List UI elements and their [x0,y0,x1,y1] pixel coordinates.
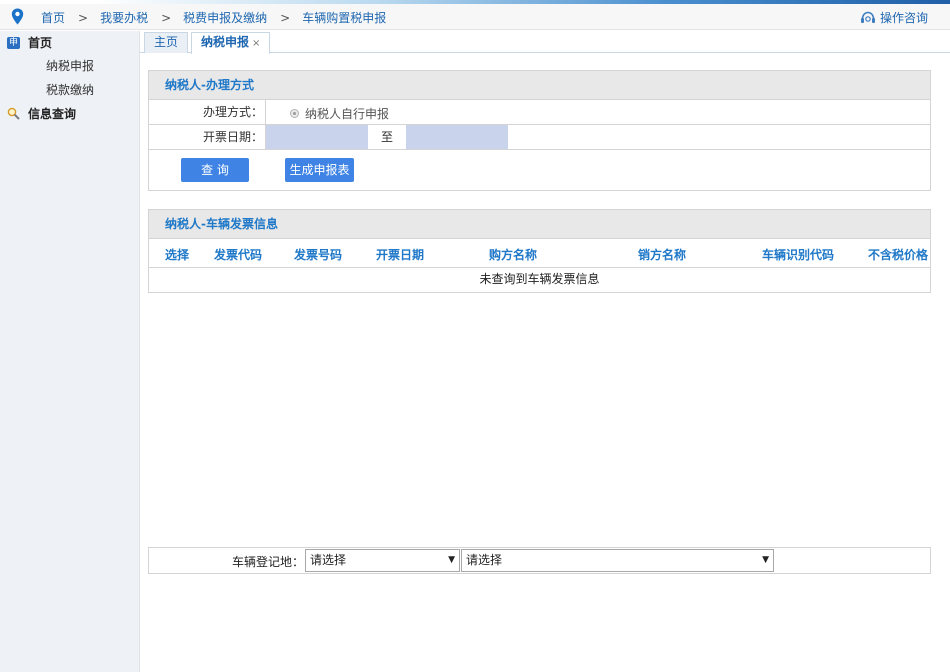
tab-tax-declaration[interactable]: 纳税申报 × [191,32,271,54]
radio-icon[interactable] [290,109,299,118]
invoice-empty-message: 未查询到车辆发票信息 [479,272,600,286]
breadcrumb-separator: > [78,10,89,25]
column-header-invoice-number: 发票号码 [294,248,343,262]
date-row: 开票日期： 至 [149,125,930,150]
breadcrumb-home[interactable]: 首页 [41,9,65,26]
breadcrumb-declaration[interactable]: 税费申报及缴纳 [183,9,267,26]
breadcrumb-bar: 首页 > 我要办税 > 税费申报及缴纳 > 车辆购置税申报 操作咨询 [0,4,950,30]
self-declare-label: 纳税人自行申报 [305,107,390,121]
province-select-value: 请选择 [310,553,347,567]
tab-bar: 主页 纳税申报 × [140,31,950,54]
sidebar-item-home[interactable]: 申 首页 [7,34,52,51]
date-to-input[interactable] [406,125,508,149]
invoice-table-header: 选择 发票代码 发票号码 开票日期 购方名称 销方名称 车辆识别代码 不含税价格 [149,239,930,268]
date-range-separator: 至 [380,130,393,144]
breadcrumb-separator: > [280,10,291,25]
chevron-down-icon: ▼ [762,555,769,565]
sidebar-item-home-label: 首页 [28,36,53,50]
column-header-invoice-code: 发票代码 [214,248,263,262]
sidebar-item-tax-declaration[interactable]: 纳税申报 [46,57,94,74]
invoice-date-label: 开票日期： [149,125,266,149]
close-icon[interactable]: × [252,38,260,49]
method-row: 办理方式： 纳税人自行申报 [149,100,930,125]
chevron-down-icon: ▼ [448,555,455,565]
column-header-select: 选择 [165,248,190,262]
method-panel: 纳税人-办理方式 办理方式： 纳税人自行申报 开票日期： 至 查 询 生成申报表 [148,70,931,191]
help-consult-link[interactable]: 操作咨询 [860,9,928,26]
column-header-seller-name: 销方名称 [638,248,687,262]
location-pin-icon [11,8,24,25]
generate-report-button[interactable]: 生成申报表 [285,158,354,182]
search-icon [7,107,20,120]
registration-label: 车辆登记地： [232,555,305,569]
breadcrumb-separator: > [161,10,172,25]
method-panel-title: 纳税人-办理方式 [149,71,930,100]
query-button[interactable]: 查 询 [181,158,249,182]
sidebar-item-info-query[interactable]: 信息查询 [7,105,76,122]
registration-row: 车辆登记地： 请选择 ▼ 请选择 ▼ [148,547,931,574]
sidebar-item-info-query-label: 信息查询 [28,107,77,121]
registration-city-select[interactable]: 请选择 ▼ [461,549,774,572]
sidebar-item-tax-payment[interactable]: 税款缴纳 [46,81,94,98]
breadcrumb-vehicle-tax[interactable]: 车辆购置税申报 [302,9,386,26]
column-header-buyer-name: 购方名称 [489,248,538,262]
breadcrumb-tax-office[interactable]: 我要办税 [100,9,148,26]
date-from-input[interactable] [266,125,368,149]
declare-icon: 申 [7,36,20,49]
invoice-panel: 纳税人-车辆发票信息 选择 发票代码 发票号码 开票日期 购方名称 销方名称 车… [148,209,931,293]
city-select-value: 请选择 [466,553,503,567]
column-header-vin: 车辆识别代码 [762,248,835,262]
breadcrumb: 首页 > 我要办税 > 税费申报及缴纳 > 车辆购置税申报 [41,9,386,26]
tab-home[interactable]: 主页 [144,32,189,53]
registration-province-select[interactable]: 请选择 ▼ [305,549,460,572]
self-declare-option[interactable]: 纳税人自行申报 [290,105,389,122]
headset-icon [860,11,875,23]
tab-tax-declaration-label: 纳税申报 [201,35,250,49]
method-label: 办理方式： [149,100,266,124]
help-consult-label: 操作咨询 [879,11,928,25]
invoice-panel-title: 纳税人-车辆发票信息 [149,210,930,239]
column-header-price-ex-tax: 不含税价格 [868,248,929,262]
sidebar: 申 首页 纳税申报 税款缴纳 信息查询 [0,31,140,672]
column-header-invoice-date: 开票日期 [376,248,425,262]
action-row: 查 询 生成申报表 [149,150,930,190]
